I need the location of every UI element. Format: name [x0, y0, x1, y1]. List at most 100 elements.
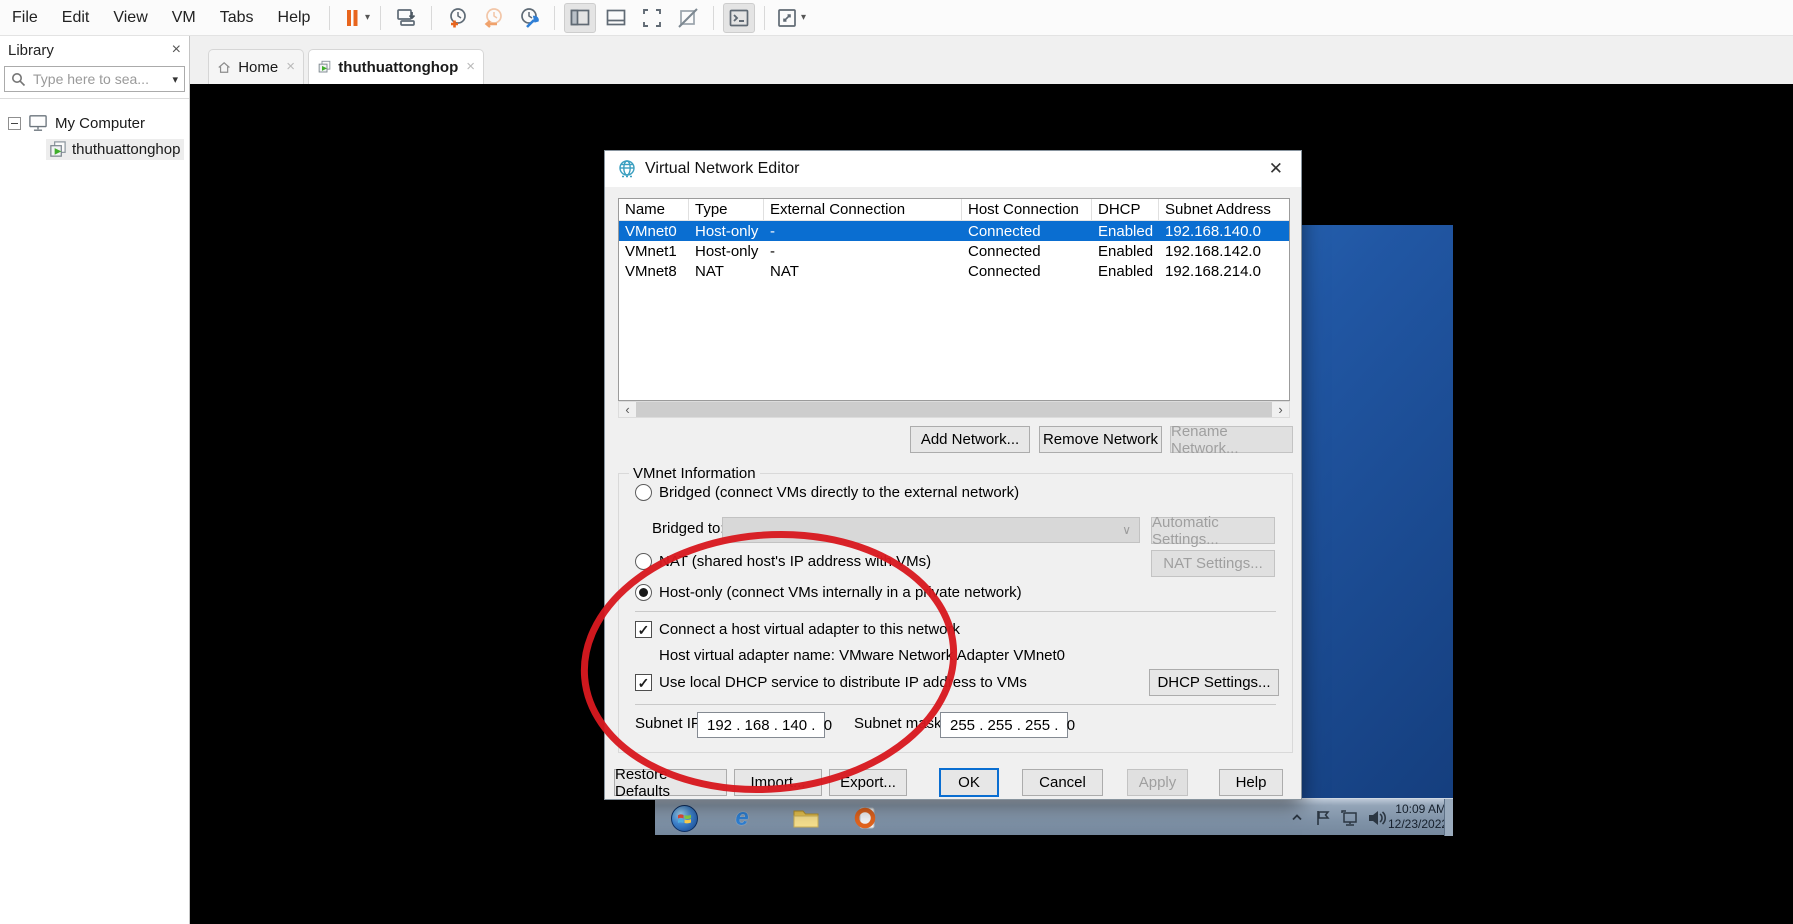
toggle-thumbnail-bar-button[interactable] [600, 3, 632, 33]
console-view-button[interactable] [723, 3, 755, 33]
chevron-up-icon [1291, 812, 1303, 824]
close-dialog-icon[interactable]: ✕ [1263, 159, 1289, 179]
import-button[interactable]: Import... [734, 769, 822, 796]
tab-home[interactable]: Home × [208, 49, 304, 84]
cell-subnet: 192.168.142.0 [1159, 243, 1289, 260]
radio-selected-icon[interactable] [635, 584, 652, 601]
guest-taskbar: e [655, 798, 1453, 835]
toolbar-separator [764, 6, 765, 30]
menu-file[interactable]: File [0, 0, 50, 36]
help-button[interactable]: Help [1219, 769, 1283, 796]
chevron-down-icon[interactable]: ▾ [365, 12, 370, 23]
column-header[interactable]: DHCP [1092, 199, 1159, 220]
horizontal-scrollbar[interactable]: ‹ › [618, 401, 1290, 418]
column-header[interactable]: Type [689, 199, 764, 220]
table-row-vmnet8[interactable]: VMnet8 NAT NAT Connected Enabled 192.168… [619, 261, 1289, 281]
menu-bar: File Edit View VM Tabs Help ▾ [0, 0, 1793, 36]
bridged-radio[interactable]: Bridged (connect VMs directly to the ext… [635, 484, 1019, 501]
restore-defaults-button[interactable]: Restore Defaults [614, 769, 727, 796]
column-header[interactable]: External Connection [764, 199, 962, 220]
network-icon [1339, 809, 1359, 827]
action-center-icon[interactable] [1315, 799, 1331, 836]
dhcp-checkbox[interactable]: Use local DHCP service to distribute IP … [635, 674, 1027, 691]
rename-network-button: Rename Network... [1170, 426, 1293, 453]
sidebar-item-my-computer[interactable]: My Computer [0, 111, 189, 135]
office-app-icon[interactable] [851, 803, 881, 833]
radio-label: Bridged (connect VMs directly to the ext… [659, 484, 1019, 501]
menu-tabs[interactable]: Tabs [208, 0, 266, 36]
column-header[interactable]: Subnet Address [1159, 199, 1289, 220]
internet-explorer-icon[interactable]: e [727, 803, 757, 833]
taskbar-clock[interactable]: 10:09 AM 12/23/2022 [1388, 802, 1446, 832]
show-desktop-button[interactable] [1444, 799, 1453, 836]
connect-adapter-checkbox[interactable]: Connect a host virtual adapter to this n… [635, 621, 960, 638]
column-header[interactable]: Host Connection [962, 199, 1092, 220]
dialog-titlebar[interactable]: Virtual Network Editor ✕ [605, 151, 1301, 187]
export-button[interactable]: Export... [829, 769, 907, 796]
table-row-vmnet0[interactable]: VMnet0 Host-only - Connected Enabled 192… [619, 221, 1289, 241]
revert-snapshot-button[interactable] [477, 3, 509, 33]
table-header-row: Name Type External Connection Host Conne… [619, 199, 1289, 221]
nat-radio[interactable]: NAT (shared host's IP address with VMs) [635, 553, 931, 570]
ok-button[interactable]: OK [939, 768, 999, 797]
chevron-down-icon: ∨ [1122, 523, 1131, 537]
menu-view[interactable]: View [101, 0, 159, 36]
hostonly-radio[interactable]: Host-only (connect VMs internally in a p… [635, 584, 1022, 601]
toggle-library-panel-button[interactable] [564, 3, 596, 33]
subnet-mask-field[interactable]: 255 . 255 . 255 . 0 [940, 712, 1068, 738]
radio-icon[interactable] [635, 484, 652, 501]
enter-fullscreen-button[interactable] [636, 3, 668, 33]
radio-icon[interactable] [635, 553, 652, 570]
fullscreen-brackets-icon [640, 6, 664, 30]
explorer-folder-icon[interactable] [791, 803, 821, 833]
pause-icon [341, 7, 363, 29]
home-icon [217, 59, 231, 76]
checkbox-checked-icon[interactable] [635, 621, 652, 638]
table-row-vmnet1[interactable]: VMnet1 Host-only - Connected Enabled 192… [619, 241, 1289, 261]
cell-dhcp: Enabled [1092, 263, 1159, 280]
tab-thuthuattonghop[interactable]: thuthuattonghop × [308, 49, 484, 84]
power-pause-button[interactable]: ▾ [339, 3, 371, 33]
subnet-ip-field[interactable]: 192 . 168 . 140 . 0 [697, 712, 825, 738]
dialog-title: Virtual Network Editor [645, 160, 1263, 178]
automatic-settings-button: Automatic Settings... [1151, 517, 1275, 544]
menu-edit[interactable]: Edit [50, 0, 102, 36]
scrollbar-thumb[interactable] [636, 402, 1272, 417]
menu-vm[interactable]: VM [160, 0, 208, 36]
column-header[interactable]: Name [619, 199, 689, 220]
dhcp-settings-button[interactable]: DHCP Settings... [1149, 669, 1279, 696]
tray-show-hidden-icons[interactable] [1291, 799, 1303, 836]
folder-icon [792, 806, 820, 830]
sidebar-item-vm[interactable]: thuthuattonghop [0, 137, 189, 161]
chevron-down-icon[interactable]: ▾ [801, 12, 806, 23]
checkbox-checked-icon[interactable] [635, 674, 652, 691]
search-dropdown-icon[interactable]: ▾ [172, 73, 178, 86]
volume-tray-icon[interactable] [1367, 799, 1387, 836]
network-tray-icon[interactable] [1339, 799, 1359, 836]
close-tab-icon[interactable]: × [286, 59, 295, 75]
close-library-icon[interactable]: × [172, 42, 181, 58]
stretch-guest-display-button[interactable]: ▾ [774, 3, 806, 33]
remove-network-button[interactable]: Remove Network [1039, 426, 1162, 453]
unity-mode-button[interactable] [672, 3, 704, 33]
manage-snapshots-button[interactable] [513, 3, 545, 33]
scroll-left-icon[interactable]: ‹ [619, 402, 636, 417]
collapse-expander-icon[interactable] [8, 117, 21, 130]
start-button[interactable] [669, 803, 699, 833]
add-network-button[interactable]: Add Network... [910, 426, 1030, 453]
windows-flag-icon [677, 812, 692, 825]
radio-label: Host-only (connect VMs internally in a p… [659, 584, 1022, 601]
search-input[interactable]: Type here to sea... ▾ [4, 66, 185, 92]
scroll-right-icon[interactable]: › [1272, 402, 1289, 417]
menu-help[interactable]: Help [266, 0, 323, 36]
unity-disabled-icon [676, 6, 700, 30]
take-snapshot-button[interactable] [441, 3, 473, 33]
cell-name: VMnet0 [619, 223, 689, 240]
cancel-button[interactable]: Cancel [1022, 769, 1103, 796]
search-icon [11, 72, 26, 87]
cell-external: - [764, 223, 962, 240]
send-ctrl-alt-del-button[interactable] [390, 3, 422, 33]
close-tab-icon[interactable]: × [466, 59, 475, 75]
cell-subnet: 192.168.140.0 [1159, 223, 1289, 240]
bridged-to-dropdown: ∨ [722, 517, 1140, 543]
